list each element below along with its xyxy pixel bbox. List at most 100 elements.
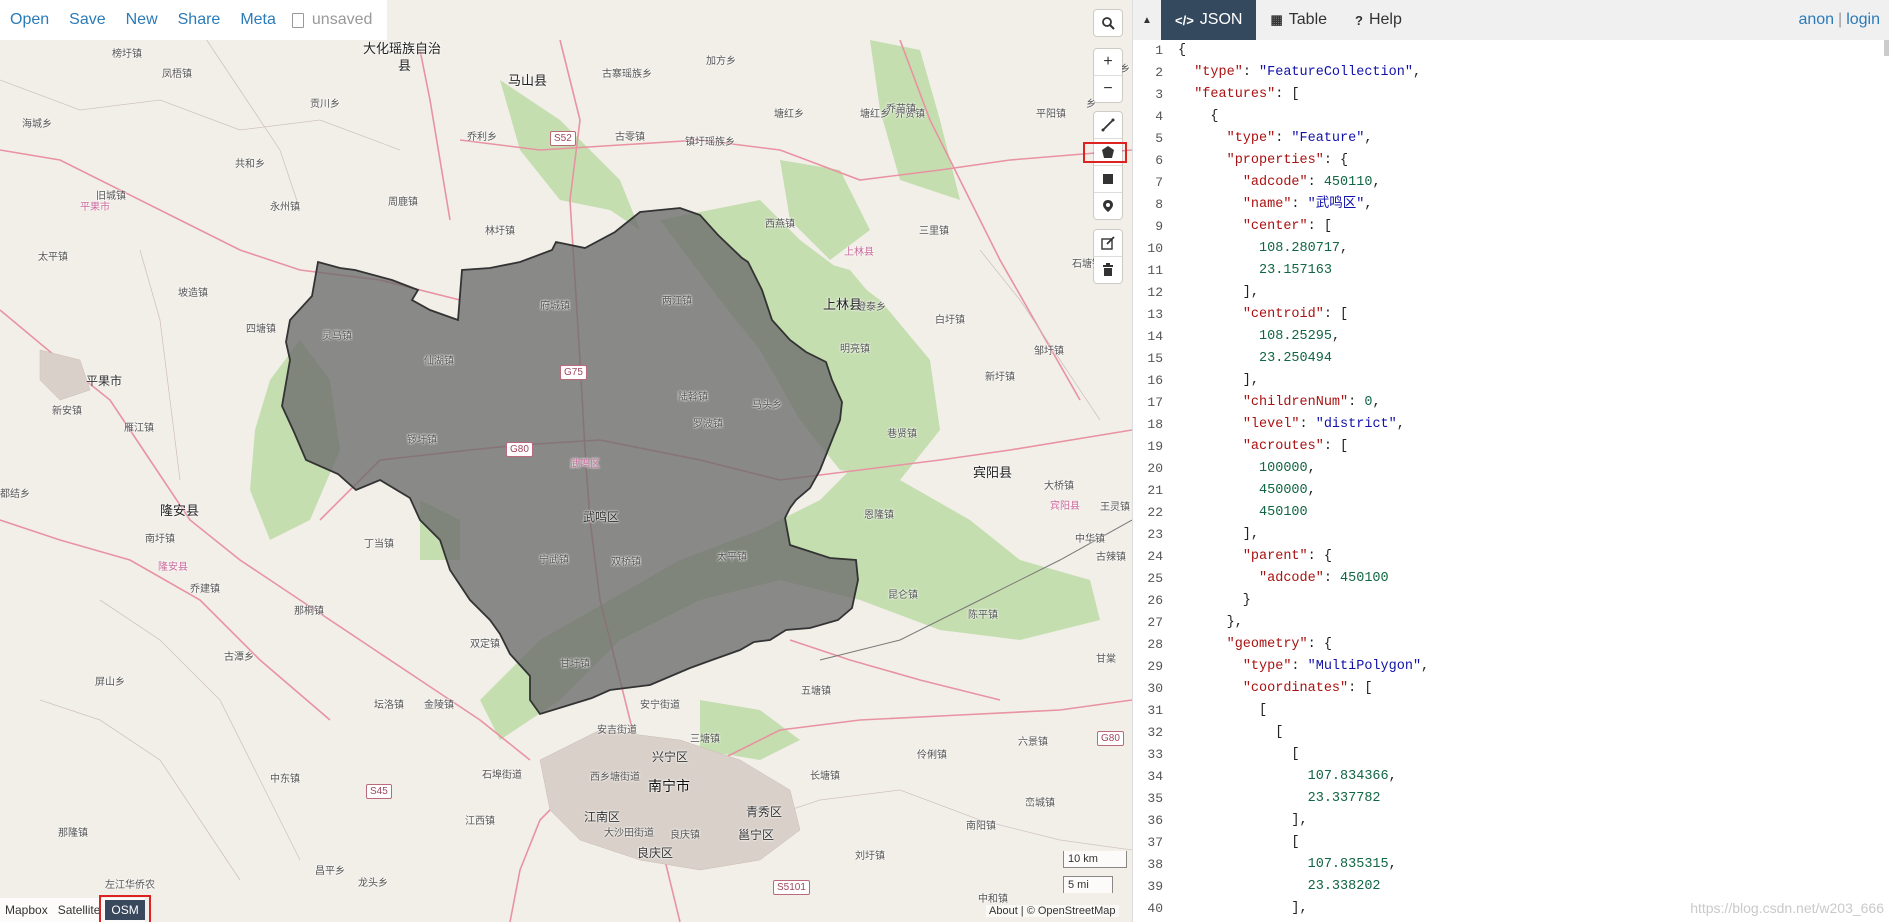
place-label: 长塘镇 bbox=[810, 771, 840, 782]
code-line: ], bbox=[1178, 370, 1878, 392]
place-label: 刘圩镇 bbox=[855, 851, 885, 862]
draw-marker-button[interactable] bbox=[1094, 192, 1122, 219]
place-label: 良庆镇 bbox=[670, 830, 700, 841]
place-label: 安吉街道 bbox=[597, 725, 637, 736]
place-label: 贡川乡 bbox=[310, 99, 340, 110]
code-token: , bbox=[1421, 659, 1430, 674]
panel-tabs: ▲ </> JSON ▦ Table ? Help anon | login bbox=[1133, 0, 1889, 40]
new-button[interactable]: New bbox=[116, 11, 168, 29]
code-token: 23.338202 bbox=[1307, 879, 1381, 894]
code-line: }, bbox=[1178, 612, 1878, 634]
code-token: "FeatureCollection" bbox=[1259, 65, 1413, 80]
save-button[interactable]: Save bbox=[59, 11, 115, 29]
place-label: 宾阳县 bbox=[1050, 501, 1080, 512]
code-line: 108.25295, bbox=[1178, 326, 1878, 348]
place-label: 双桥镇 bbox=[611, 557, 641, 568]
code-token: , bbox=[1372, 395, 1381, 410]
line-number: 28 bbox=[1147, 637, 1163, 652]
place-label: 共和乡 bbox=[235, 159, 265, 170]
code-content[interactable]: { "type": "FeatureCollection", "features… bbox=[1178, 40, 1878, 920]
code-token: , bbox=[1412, 65, 1422, 80]
json-editor[interactable]: 1 2 3 4 5 6 7 8 9 10 11 12 13 14 15 16 17 18 19 20 21 22 23 24 2… bbox=[1133, 40, 1889, 922]
place-label: 南圩镇 bbox=[145, 534, 175, 545]
tab-json[interactable]: </> JSON bbox=[1161, 0, 1257, 40]
delete-button[interactable] bbox=[1094, 256, 1122, 283]
login-link[interactable]: login bbox=[1846, 11, 1880, 29]
code-token: 108.25295 bbox=[1259, 329, 1332, 344]
map-canvas[interactable]: 大化瑶族自治县马山县 加方乡 古寨瑶族乡 古零镇 乔利乡 镇圩瑶族乡 塘红乡 乔贤镇 平果市 榜圩… bbox=[0, 0, 1132, 922]
code-token: , bbox=[1364, 131, 1373, 146]
share-button[interactable]: Share bbox=[168, 11, 231, 29]
open-button[interactable]: Open bbox=[0, 11, 59, 29]
edit-icon bbox=[1101, 236, 1115, 250]
code-token: 108.280717 bbox=[1259, 241, 1341, 256]
line-number: 11 bbox=[1147, 263, 1163, 278]
draw-rectangle-button[interactable] bbox=[1094, 165, 1122, 192]
osm-layer-highlight bbox=[99, 895, 151, 922]
zoom-in-button[interactable]: + bbox=[1094, 49, 1122, 75]
editor-scrollbar[interactable] bbox=[1884, 40, 1889, 56]
line-icon bbox=[1101, 118, 1115, 132]
place-label: 塘红乡 bbox=[774, 109, 804, 120]
collapse-panel-button[interactable]: ▲ bbox=[1133, 0, 1161, 40]
edit-button[interactable] bbox=[1094, 230, 1122, 256]
place-label: 上林县 bbox=[823, 297, 863, 312]
code-line: "properties": { bbox=[1178, 150, 1878, 172]
road-shield: S5101 bbox=[773, 880, 810, 895]
line-number: 1 bbox=[1155, 43, 1163, 58]
place-label: 那桐镇 bbox=[294, 606, 324, 617]
scale-km: 10 km bbox=[1063, 851, 1127, 868]
layer-mapbox[interactable]: Mapbox bbox=[0, 903, 53, 917]
line-number-gutter: 1 2 3 4 5 6 7 8 9 10 11 12 13 14 15 16 17 18 19 20 21 22 23 24 2… bbox=[1133, 40, 1173, 922]
line-number: 3 bbox=[1155, 87, 1163, 102]
tab-table-label: Table bbox=[1288, 11, 1328, 28]
side-panel: ▲ </> JSON ▦ Table ? Help anon | login 1… bbox=[1132, 0, 1889, 922]
place-label: 那隆镇 bbox=[58, 828, 88, 839]
code-line: [ bbox=[1178, 744, 1878, 766]
zoom-out-button[interactable]: − bbox=[1094, 75, 1122, 102]
place-label: 宁武镇 bbox=[539, 555, 569, 566]
line-number: 17 bbox=[1147, 395, 1163, 410]
place-label: 左江华侨农 bbox=[105, 880, 155, 891]
place-label: 平阳镇 bbox=[1036, 109, 1066, 120]
search-icon bbox=[1102, 17, 1115, 30]
place-label: 加方乡 bbox=[706, 56, 736, 67]
search-button[interactable] bbox=[1094, 10, 1122, 36]
map-attribution[interactable]: About | © OpenStreetMap bbox=[986, 905, 1119, 917]
code-token: "centroid" bbox=[1242, 307, 1324, 322]
plus-icon: + bbox=[1103, 53, 1113, 70]
tab-table[interactable]: ▦ Table bbox=[1256, 0, 1341, 40]
code-token: : bbox=[1275, 131, 1292, 146]
code-token: : bbox=[1242, 65, 1260, 80]
code-token: "geometry" bbox=[1226, 637, 1308, 652]
question-icon: ? bbox=[1355, 12, 1363, 28]
code-token: 450100 bbox=[1340, 571, 1389, 586]
place-label: 恩隆镇 bbox=[864, 510, 894, 521]
code-line: "adcode": 450110, bbox=[1178, 172, 1878, 194]
zoom-control: + − bbox=[1094, 49, 1122, 102]
tab-help[interactable]: ? Help bbox=[1341, 0, 1416, 40]
place-label: 王灵镇 bbox=[1100, 502, 1130, 513]
place-label: 白圩镇 bbox=[935, 315, 965, 326]
code-line: [ bbox=[1178, 832, 1878, 854]
layer-satellite[interactable]: Satellite bbox=[53, 903, 106, 917]
code-line: 107.835315, bbox=[1178, 854, 1878, 876]
draw-line-button[interactable] bbox=[1094, 112, 1122, 138]
code-token: ], bbox=[1178, 813, 1308, 828]
anon-link[interactable]: anon bbox=[1798, 11, 1834, 29]
place-label: 中和镇 bbox=[978, 894, 1008, 905]
code-line: 23.337782 bbox=[1178, 788, 1878, 810]
place-label: 宾阳县 bbox=[973, 465, 1013, 480]
code-line: "parent": { bbox=[1178, 546, 1878, 568]
meta-button[interactable]: Meta bbox=[230, 11, 286, 29]
place-label: 两江镇 bbox=[662, 296, 692, 307]
tab-json-label: JSON bbox=[1199, 11, 1243, 28]
place-label: 邕宁区 bbox=[738, 828, 775, 842]
line-number: 4 bbox=[1155, 109, 1163, 124]
place-label: 陈平镇 bbox=[968, 610, 998, 621]
code-line: "childrenNum": 0, bbox=[1178, 392, 1878, 414]
